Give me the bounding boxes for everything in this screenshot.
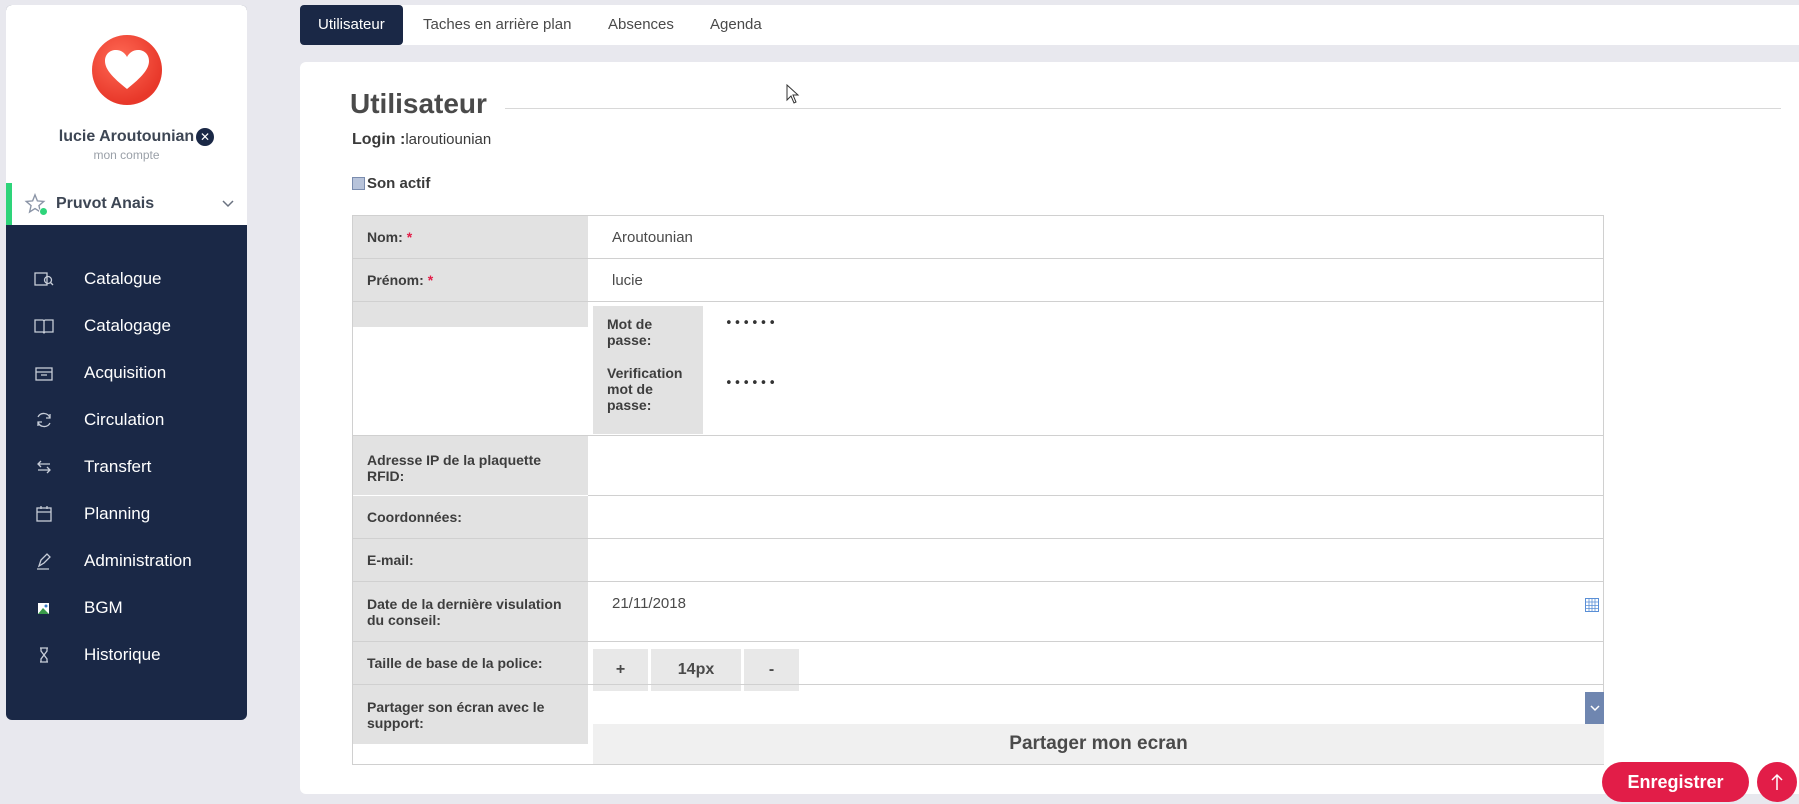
share-screen-label: Partager son écran avec le support: bbox=[353, 685, 588, 744]
active-checkbox[interactable] bbox=[352, 177, 365, 190]
hourglass-icon bbox=[34, 645, 54, 665]
profile-selector[interactable]: Pruvot Anais bbox=[6, 183, 247, 225]
user-form-card: Utilisateur Login :laroutiounian Son act… bbox=[300, 62, 1799, 794]
nom-input[interactable]: Aroutounian bbox=[588, 216, 1603, 258]
mouse-cursor-icon bbox=[786, 84, 800, 104]
arrow-up-icon bbox=[1771, 773, 1783, 790]
title-divider bbox=[505, 108, 1781, 109]
sidebar: lucie Aroutounian mon compte ✕ Pruvot An… bbox=[6, 5, 247, 720]
nav-label: BGM bbox=[84, 597, 123, 617]
nav-label: Planning bbox=[84, 503, 151, 523]
my-account-link[interactable]: mon compte bbox=[6, 148, 247, 162]
transfer-arrows-icon bbox=[34, 457, 54, 477]
scroll-top-button[interactable] bbox=[1757, 762, 1797, 802]
coords-label: Coordonnées: bbox=[353, 496, 588, 538]
share-screen-button[interactable]: Partager mon ecran bbox=[593, 724, 1604, 764]
rfid-label: Adresse IP de la plaquette RFID: bbox=[353, 436, 588, 495]
email-input[interactable] bbox=[588, 539, 1603, 581]
nav-label: Administration bbox=[84, 550, 192, 570]
nav-item-transfert[interactable]: Transfert bbox=[6, 443, 247, 490]
chevron-down-icon bbox=[222, 200, 234, 208]
main-nav: Catalogue Catalogage Acquisition Circula… bbox=[6, 255, 247, 678]
profile-name: Pruvot Anais bbox=[56, 195, 155, 212]
login-info: Login :laroutiounian bbox=[352, 131, 491, 149]
nav-item-acquisition[interactable]: Acquisition bbox=[6, 349, 247, 396]
inbox-icon bbox=[34, 363, 54, 383]
heart-logo-icon bbox=[92, 35, 162, 105]
broken-image-icon bbox=[34, 598, 54, 618]
password-verify-input[interactable]: •••••• bbox=[725, 376, 777, 391]
font-size-label: Taille de base de la police: bbox=[353, 642, 588, 684]
nav-label: Transfert bbox=[84, 456, 152, 476]
pen-icon bbox=[34, 551, 54, 571]
nav-label: Acquisition bbox=[84, 362, 167, 382]
nav-item-administration[interactable]: Administration bbox=[6, 537, 247, 584]
prenom-label: Prénom: * bbox=[353, 259, 588, 301]
calendar-grid-icon[interactable] bbox=[1585, 598, 1599, 612]
tab-taches[interactable]: Taches en arrière plan bbox=[405, 5, 589, 45]
login-label: Login : bbox=[352, 131, 406, 148]
nav-item-catalogue[interactable]: Catalogue bbox=[6, 255, 247, 302]
calendar-icon bbox=[34, 504, 54, 524]
date-label: Date de la dernière visulation du consei… bbox=[353, 582, 588, 641]
share-select-dropdown[interactable] bbox=[1585, 692, 1604, 724]
user-form: Nom: * Aroutounian Prénom: * lucie Mot de … bbox=[352, 215, 1604, 765]
nav-label: Historique bbox=[84, 644, 161, 664]
active-toggle[interactable]: Son actif bbox=[352, 175, 430, 192]
password-block-label bbox=[353, 302, 588, 327]
star-icon bbox=[24, 192, 48, 216]
prenom-input[interactable]: lucie bbox=[588, 259, 1603, 301]
active-label: Son actif bbox=[367, 175, 431, 192]
nav-label: Catalogage bbox=[84, 315, 171, 335]
nav-item-catalogage[interactable]: Catalogage bbox=[6, 302, 247, 349]
nav-item-historique[interactable]: Historique bbox=[6, 631, 247, 678]
save-button[interactable]: Enregistrer bbox=[1602, 762, 1749, 802]
open-book-icon bbox=[34, 316, 54, 336]
password-label: Mot de passe: bbox=[593, 306, 703, 351]
nav-label: Catalogue bbox=[84, 268, 162, 288]
nav-item-circulation[interactable]: Circulation bbox=[6, 396, 247, 443]
refresh-icon bbox=[34, 410, 54, 430]
tab-agenda[interactable]: Agenda bbox=[692, 5, 780, 45]
nav-item-bgm[interactable]: BGM bbox=[6, 584, 247, 631]
nav-label: Circulation bbox=[84, 409, 165, 429]
date-input[interactable]: 21/11/2018 bbox=[588, 582, 1603, 624]
tab-absences[interactable]: Absences bbox=[590, 5, 692, 45]
catalog-search-icon bbox=[34, 269, 54, 289]
tab-bar: Utilisateur Taches en arrière plan Absen… bbox=[300, 5, 1799, 45]
page-title: Utilisateur bbox=[350, 88, 487, 119]
login-value: laroutiounian bbox=[405, 131, 492, 148]
email-label: E-mail: bbox=[353, 539, 588, 581]
tab-utilisateur[interactable]: Utilisateur bbox=[300, 5, 403, 45]
sidebar-user-panel: lucie Aroutounian mon compte ✕ Pruvot An… bbox=[6, 5, 247, 225]
rfid-input[interactable] bbox=[588, 436, 1603, 495]
password-verify-label: Verification mot de passe: bbox=[593, 351, 703, 434]
password-input[interactable]: •••••• bbox=[725, 316, 777, 331]
nom-label: Nom: * bbox=[353, 216, 588, 258]
close-icon[interactable]: ✕ bbox=[196, 128, 214, 146]
nav-item-planning[interactable]: Planning bbox=[6, 490, 247, 537]
coords-input[interactable] bbox=[588, 496, 1603, 538]
chevron-down-icon bbox=[1589, 705, 1600, 712]
